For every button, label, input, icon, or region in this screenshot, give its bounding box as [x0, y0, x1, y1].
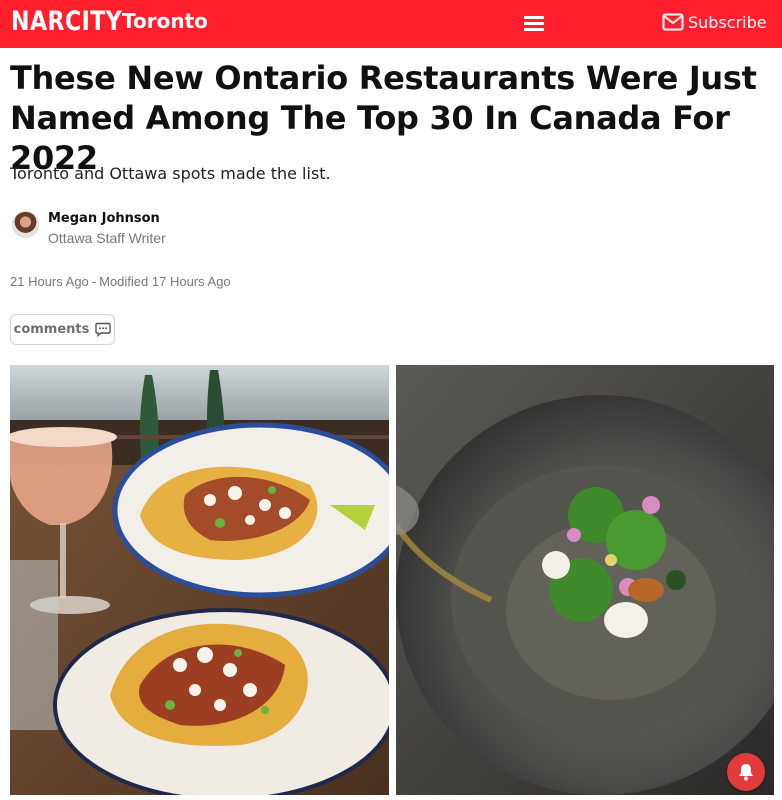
- top-navigation-bar: NARCITY Toronto Subscribe: [0, 0, 782, 48]
- article-subtitle: Toronto and Ottawa spots made the list.: [10, 164, 331, 183]
- author-role: Ottawa Staff Writer: [48, 230, 166, 246]
- article-timestamp: 21 Hours Ago - Modified 17 Hours Ago: [10, 274, 231, 289]
- notification-bell-button[interactable]: [727, 753, 765, 791]
- article-title: These New Ontario Restaurants Were Just …: [10, 59, 757, 177]
- timestamp-separator: -: [91, 274, 97, 289]
- comments-button[interactable]: comments: [10, 314, 115, 345]
- hamburger-menu-icon[interactable]: [522, 13, 546, 33]
- city-edition-label[interactable]: Toronto: [122, 9, 208, 33]
- subscribe-button[interactable]: Subscribe: [662, 10, 767, 34]
- tacos-image: [10, 365, 389, 795]
- plated-dish-image: [396, 365, 774, 795]
- tacos-photo[interactable]: [10, 365, 389, 795]
- author-name[interactable]: Megan Johnson: [48, 211, 160, 226]
- bell-icon: [739, 764, 753, 781]
- mail-icon: [662, 13, 684, 31]
- comments-label: comments: [13, 322, 90, 337]
- modified-time: Modified 17 Hours Ago: [99, 274, 231, 289]
- published-time: 21 Hours Ago: [10, 274, 89, 289]
- comment-icon: [95, 322, 112, 337]
- subscribe-label: Subscribe: [688, 12, 767, 32]
- plated-dish-photo[interactable]: [396, 365, 774, 795]
- narcity-logo[interactable]: NARCITY: [11, 6, 122, 37]
- author-avatar[interactable]: [12, 211, 39, 238]
